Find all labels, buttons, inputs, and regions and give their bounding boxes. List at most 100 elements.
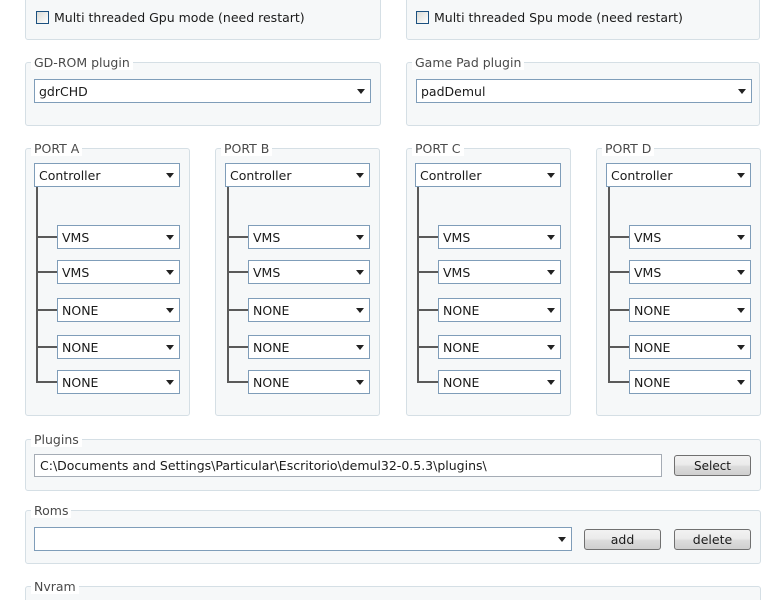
chevron-down-icon[interactable]	[732, 164, 750, 186]
port-a-slot-4-value: NONE	[62, 339, 99, 355]
chevron-down-icon[interactable]	[542, 371, 560, 393]
port-a-device-combo[interactable]: Controller	[34, 163, 180, 187]
chevron-down-icon[interactable]	[351, 164, 369, 186]
port-b-slot-4-value: NONE	[253, 339, 290, 355]
port-c-slot-5-combo[interactable]: NONE	[438, 370, 561, 394]
chevron-down-icon[interactable]	[161, 164, 179, 186]
plugins-path-field[interactable]: C:\Documents and Settings\Particular\Esc…	[34, 454, 662, 477]
port-d-label: PORT D	[602, 142, 655, 156]
chevron-down-icon[interactable]	[542, 164, 560, 186]
port-b-tree-branch	[227, 381, 249, 383]
port-b-device-combo[interactable]: Controller	[225, 163, 370, 187]
port-b-device-value: Controller	[230, 167, 292, 183]
port-d-slot-3-value: NONE	[634, 302, 671, 318]
port-c-slot-1-combo[interactable]: VMS	[438, 225, 561, 249]
port-c-device-combo[interactable]: Controller	[415, 163, 561, 187]
gpu-multithread-checkbox-row[interactable]: Multi threaded Gpu mode (need restart)	[36, 8, 305, 26]
port-b-slot-3-combo[interactable]: NONE	[248, 298, 370, 322]
port-a-tree-branch	[36, 381, 58, 383]
nvram-group-label: Nvram	[31, 580, 79, 594]
port-d-slot-5-combo[interactable]: NONE	[629, 370, 751, 394]
chevron-down-icon[interactable]	[542, 299, 560, 321]
port-d-tree-line	[608, 187, 610, 383]
port-b-tree-branch	[227, 271, 249, 273]
chevron-down-icon[interactable]	[161, 336, 179, 358]
chevron-down-icon[interactable]	[351, 299, 369, 321]
chevron-down-icon[interactable]	[161, 299, 179, 321]
port-d-device-value: Controller	[611, 167, 673, 183]
spu-multithread-checkbox[interactable]	[416, 10, 429, 24]
chevron-down-icon[interactable]	[542, 226, 560, 248]
chevron-down-icon[interactable]	[732, 226, 750, 248]
port-d-slot-4-combo[interactable]: NONE	[629, 335, 751, 359]
port-b-slot-1-combo[interactable]: VMS	[248, 225, 370, 249]
port-c-slot-5-value: NONE	[443, 374, 480, 390]
port-d-slot-3-combo[interactable]: NONE	[629, 298, 751, 322]
port-b-slot-4-combo[interactable]: NONE	[248, 335, 370, 359]
chevron-down-icon[interactable]	[161, 371, 179, 393]
gamepad-plugin-combo[interactable]: padDemul	[416, 79, 752, 103]
port-a-tree-branch	[36, 271, 58, 273]
roms-combo[interactable]	[34, 527, 572, 551]
port-c-slot-1-value: VMS	[443, 229, 471, 245]
port-b-slot-2-combo[interactable]: VMS	[248, 260, 370, 284]
port-a-tree-line	[36, 187, 38, 383]
spu-multithread-label: Multi threaded Spu mode (need restart)	[434, 9, 683, 25]
port-b-slot-1-value: VMS	[253, 229, 281, 245]
port-d-slot-2-combo[interactable]: VMS	[629, 260, 751, 284]
port-c-slot-2-combo[interactable]: VMS	[438, 260, 561, 284]
roms-delete-button[interactable]: delete	[674, 529, 751, 550]
port-a-slot-4-combo[interactable]: NONE	[57, 335, 180, 359]
port-a-slot-2-combo[interactable]: VMS	[57, 260, 180, 284]
port-c-tree-branch	[417, 236, 439, 238]
chevron-down-icon[interactable]	[351, 336, 369, 358]
roms-add-button[interactable]: add	[584, 529, 661, 550]
chevron-down-icon[interactable]	[732, 371, 750, 393]
port-c-tree-branch	[417, 346, 439, 348]
spu-multithread-checkbox-row[interactable]: Multi threaded Spu mode (need restart)	[416, 8, 683, 26]
port-d-tree-branch	[608, 271, 630, 273]
chevron-down-icon[interactable]	[542, 261, 560, 283]
port-a-slot-5-value: NONE	[62, 374, 99, 390]
port-a-slot-2-value: VMS	[62, 264, 90, 280]
chevron-down-icon[interactable]	[542, 336, 560, 358]
gdrom-group-label: GD-ROM plugin	[31, 56, 133, 70]
port-a-slot-1-combo[interactable]: VMS	[57, 225, 180, 249]
port-b-tree-branch	[227, 309, 249, 311]
chevron-down-icon[interactable]	[732, 299, 750, 321]
port-d-slot-5-value: NONE	[634, 374, 671, 390]
port-c-slot-4-combo[interactable]: NONE	[438, 335, 561, 359]
gdrom-plugin-combo[interactable]: gdrCHD	[34, 79, 371, 103]
port-d-device-combo[interactable]: Controller	[606, 163, 751, 187]
chevron-down-icon[interactable]	[732, 336, 750, 358]
chevron-down-icon[interactable]	[351, 371, 369, 393]
plugins-select-button[interactable]: Select	[674, 455, 751, 476]
chevron-down-icon[interactable]	[351, 226, 369, 248]
port-a-slot-1-value: VMS	[62, 229, 90, 245]
port-d-slot-1-value: VMS	[634, 229, 662, 245]
gpu-multithread-checkbox[interactable]	[36, 10, 49, 24]
chevron-down-icon[interactable]	[352, 80, 370, 102]
port-d-tree-branch	[608, 309, 630, 311]
chevron-down-icon[interactable]	[733, 80, 751, 102]
port-c-slot-3-combo[interactable]: NONE	[438, 298, 561, 322]
chevron-down-icon[interactable]	[351, 261, 369, 283]
nvram-group	[25, 586, 761, 600]
chevron-down-icon[interactable]	[161, 226, 179, 248]
port-b-tree-line	[227, 187, 229, 383]
port-a-label: PORT A	[31, 142, 83, 156]
port-a-slot-5-combo[interactable]: NONE	[57, 370, 180, 394]
chevron-down-icon[interactable]	[553, 528, 571, 550]
port-b-slot-5-combo[interactable]: NONE	[248, 370, 370, 394]
port-c-device-value: Controller	[420, 167, 482, 183]
port-c-tree-line	[417, 187, 419, 383]
chevron-down-icon[interactable]	[161, 261, 179, 283]
port-c-slot-2-value: VMS	[443, 264, 471, 280]
port-c-tree-branch	[417, 309, 439, 311]
gamepad-plugin-value: padDemul	[421, 83, 486, 99]
chevron-down-icon[interactable]	[732, 261, 750, 283]
port-d-slot-1-combo[interactable]: VMS	[629, 225, 751, 249]
gdrom-plugin-value: gdrCHD	[39, 83, 88, 99]
port-a-slot-3-combo[interactable]: NONE	[57, 298, 180, 322]
port-b-slot-5-value: NONE	[253, 374, 290, 390]
